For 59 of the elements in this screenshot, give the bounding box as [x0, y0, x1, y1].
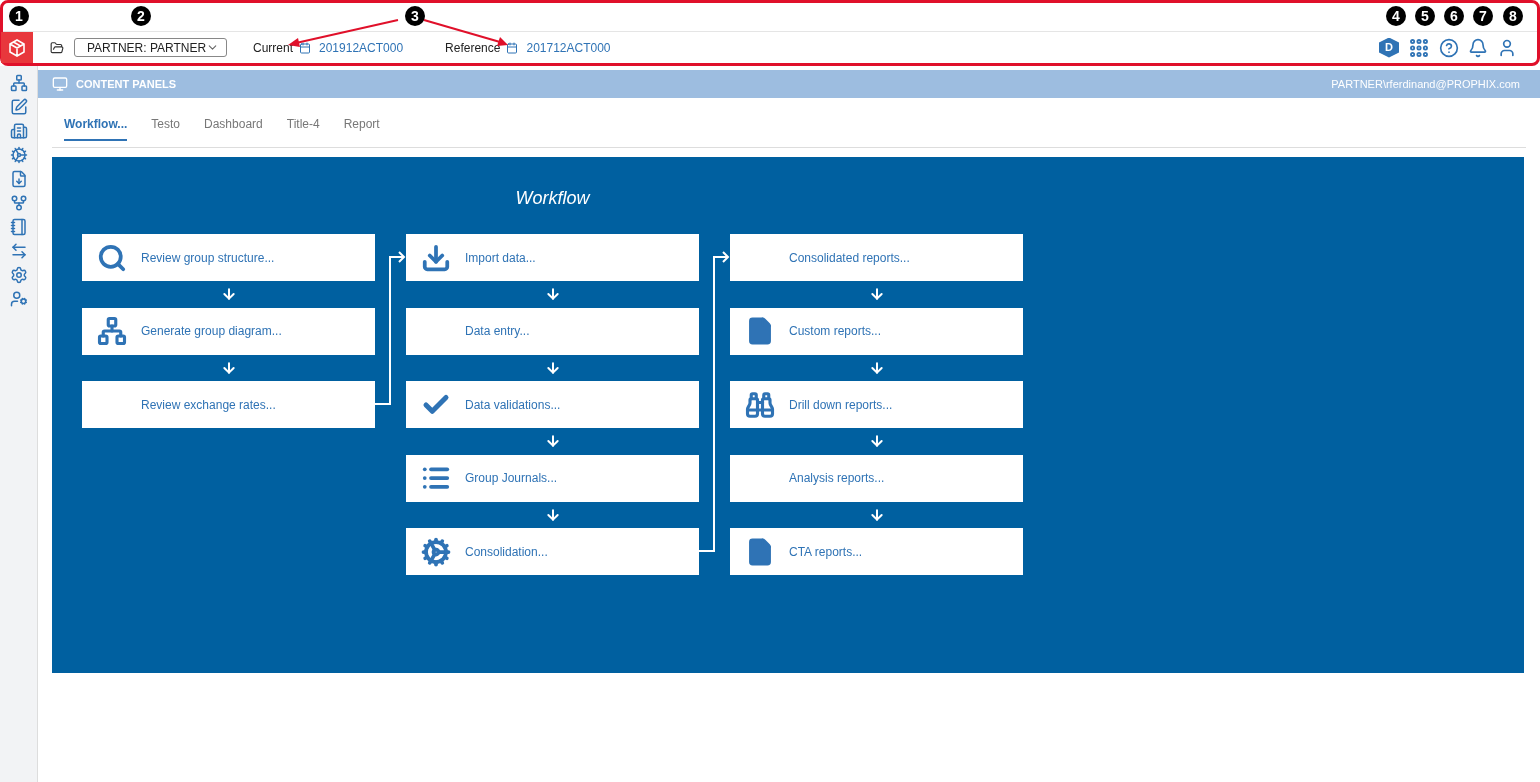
edit-sheet-icon[interactable] [9, 98, 28, 116]
download-icon [420, 242, 451, 273]
user-settings-icon[interactable] [9, 290, 28, 308]
app-grid-icon[interactable] [1408, 36, 1430, 59]
callout-number: 1 [9, 6, 29, 26]
callout-number: 6 [1444, 6, 1464, 26]
current-label: Current [253, 39, 293, 57]
workflow-step[interactable]: Generate group diagram... [82, 307, 375, 355]
callout-number: 8 [1503, 6, 1523, 26]
workflow-step[interactable]: CTA reports... [730, 528, 1023, 575]
bell-icon[interactable] [1468, 37, 1488, 58]
user-icon[interactable] [1497, 37, 1517, 58]
hierarchy-icon [96, 316, 127, 346]
panel-tab[interactable]: Workflow... [64, 110, 128, 141]
workflow-step[interactable]: Import data... [406, 234, 699, 281]
search-icon [96, 242, 127, 273]
callout-number: 2 [131, 6, 151, 26]
cog-icon[interactable] [9, 146, 28, 164]
panel-tab[interactable]: Dashboard [204, 110, 263, 141]
panel-tab[interactable]: Report [343, 110, 380, 141]
workflow-step[interactable]: Drill down reports... [730, 381, 1023, 428]
exchange-icon[interactable] [9, 242, 28, 260]
settings-icon[interactable] [9, 266, 28, 284]
panel-tab[interactable]: Title-4 [286, 110, 320, 141]
reference-scenario-link[interactable]: 201712ACT000 [526, 38, 611, 57]
user-account: PARTNER\rferdinand@PROPHIX.com [1331, 76, 1520, 92]
workflow-title: Workflow [515, 187, 590, 210]
calendar-icon[interactable] [506, 41, 519, 54]
monitor-icon [52, 76, 68, 92]
tree-icon[interactable] [9, 194, 28, 212]
workflow-step[interactable]: Custom reports... [730, 307, 1023, 355]
folder-icon[interactable] [50, 40, 64, 55]
binoculars-icon [744, 389, 775, 420]
workflow-step[interactable]: Group Journals... [406, 454, 699, 502]
org-chart-icon[interactable] [9, 74, 28, 92]
workflow-step[interactable]: Review exchange rates... [82, 381, 375, 428]
workflow-step[interactable]: Consolidation... [406, 528, 699, 575]
panel-title: CONTENT PANELS [76, 76, 177, 92]
help-icon[interactable] [1439, 37, 1459, 58]
model-dropdown[interactable]: PARTNER: PARTNER [74, 38, 227, 57]
callout-number: 7 [1473, 6, 1493, 26]
buildings-icon[interactable] [9, 122, 28, 140]
callout-number: 5 [1415, 6, 1435, 26]
document-download-icon[interactable] [9, 170, 28, 188]
callout-number: 4 [1386, 6, 1406, 26]
callout-number: 3 [405, 6, 425, 26]
cube-logo-icon [7, 37, 27, 58]
app-logo[interactable] [1, 32, 33, 63]
workflow-step[interactable]: Data entry... [406, 307, 699, 355]
panel-tab[interactable]: Testo [151, 110, 181, 141]
workflow-step[interactable]: Consolidated reports... [730, 234, 1023, 281]
workflow-step[interactable]: Analysis reports... [730, 454, 1023, 502]
user-badge[interactable]: D [1379, 37, 1399, 58]
current-scenario-link[interactable]: 201912ACT000 [319, 38, 404, 57]
workflow-step[interactable]: Review group structure... [82, 234, 375, 281]
calendar-icon[interactable] [299, 41, 311, 54]
reference-label: Reference [445, 39, 501, 57]
notebook-icon[interactable] [9, 218, 28, 236]
workflow-step[interactable]: Data validations... [406, 381, 699, 428]
